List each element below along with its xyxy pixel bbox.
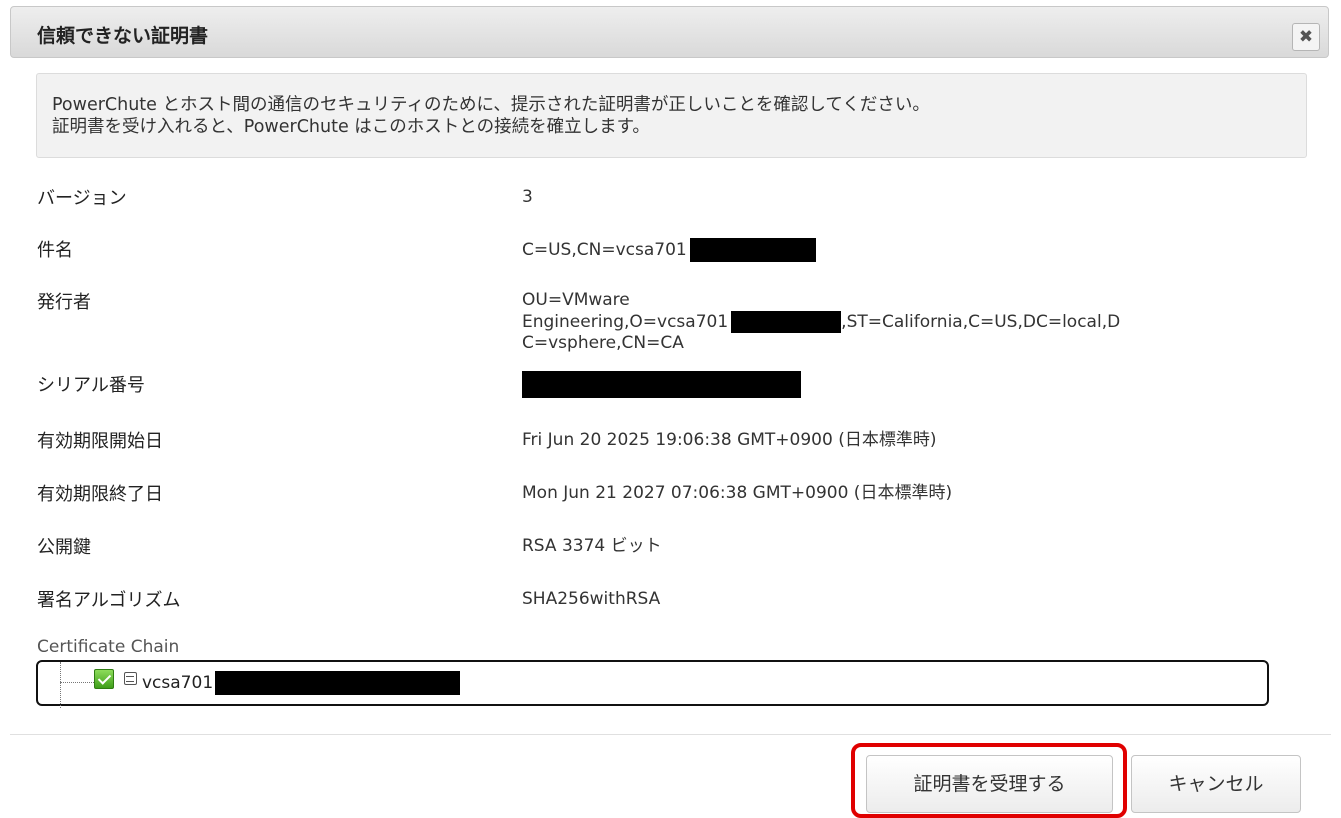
redaction-block bbox=[215, 671, 461, 695]
public-key-label: 公開鍵 bbox=[37, 537, 91, 558]
issuer-line-2: Engineering,O=vcsa701 ,ST=California,C=US… bbox=[522, 311, 1282, 333]
signature-algorithm-value: SHA256withRSA bbox=[522, 589, 661, 609]
notice-line-2: 証明書を受け入れると、PowerChute はこのホストとの接続を確立します。 bbox=[52, 117, 650, 137]
close-icon: ✖ bbox=[1298, 27, 1314, 47]
dialog-title: 信頼できない証明書 bbox=[37, 25, 209, 47]
version-label: バージョン bbox=[37, 188, 127, 209]
subject-value-wrap: C=US,CN=vcsa701 bbox=[522, 238, 1282, 262]
subject-label: 件名 bbox=[37, 240, 73, 261]
serial-redaction bbox=[522, 371, 801, 398]
untrusted-certificate-dialog: 信頼できない証明書 ✖ PowerChute とホスト間の通信のセキュリティのた… bbox=[0, 0, 1341, 818]
chain-item[interactable]: vcsa701 bbox=[142, 671, 461, 695]
chain-item-label: vcsa701 bbox=[142, 673, 214, 693]
public-key-value: RSA 3374 ビット bbox=[522, 536, 662, 556]
notice-line-1: PowerChute とホスト間の通信のセキュリティのために、提示された証明書が… bbox=[52, 95, 930, 115]
dialog-titlebar: 信頼できない証明書 ✖ bbox=[10, 6, 1329, 58]
redaction-block bbox=[689, 238, 816, 262]
certificate-chain-label: Certificate Chain bbox=[37, 637, 180, 657]
redaction-block bbox=[731, 311, 842, 333]
info-notice: PowerChute とホスト間の通信のセキュリティのために、提示された証明書が… bbox=[36, 73, 1307, 158]
certificate-chain-tree[interactable]: vcsa701 bbox=[36, 660, 1269, 708]
version-value: 3 bbox=[522, 187, 533, 207]
issuer-line-2-end: ,ST=California,C=US,DC=local,D bbox=[841, 312, 1121, 332]
subject-value: C=US,CN=vcsa701 bbox=[522, 240, 687, 260]
issuer-line-1: OU=VMware bbox=[522, 290, 630, 310]
valid-to-label: 有効期限終了日 bbox=[37, 484, 163, 505]
cancel-button[interactable]: キャンセル bbox=[1131, 755, 1301, 813]
tree-connector-vertical bbox=[60, 662, 61, 708]
serial-label: シリアル番号 bbox=[37, 375, 145, 396]
valid-from-label: 有効期限開始日 bbox=[37, 431, 163, 452]
close-button[interactable]: ✖ bbox=[1292, 23, 1320, 51]
issuer-label: 発行者 bbox=[37, 292, 91, 313]
checkbox-checked-icon[interactable] bbox=[94, 669, 114, 689]
issuer-line-3: C=vsphere,CN=CA bbox=[522, 333, 684, 353]
signature-algorithm-label: 署名アルゴリズム bbox=[37, 590, 181, 611]
issuer-value: OU=VMware Engineering,O=vcsa701 ,ST=Calif… bbox=[522, 290, 1282, 354]
highlight-annotation bbox=[851, 743, 1127, 818]
certificate-icon bbox=[124, 672, 137, 685]
issuer-line-2-start: Engineering,O=vcsa701 bbox=[522, 312, 729, 332]
valid-from-value: Fri Jun 20 2025 19:06:38 GMT+0900 (日本標準時… bbox=[522, 430, 937, 450]
valid-to-value: Mon Jun 21 2027 07:06:38 GMT+0900 (日本標準時… bbox=[522, 483, 953, 503]
footer-divider bbox=[10, 734, 1331, 735]
tree-connector-branch bbox=[60, 682, 94, 683]
